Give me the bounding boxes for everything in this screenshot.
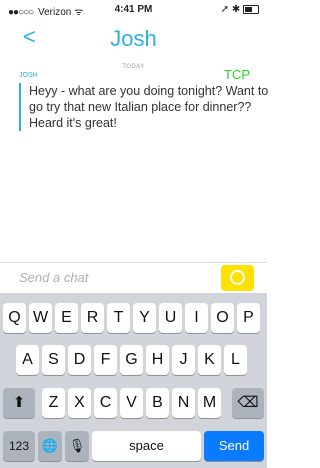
key-b[interactable]: B (146, 388, 169, 418)
key-c[interactable]: C (94, 388, 117, 418)
keyboard: Q W E R T Y U I O P A S D F G H J K L ⬆ … (0, 293, 267, 468)
key-d[interactable]: D (68, 345, 91, 375)
phone-screen: ●●○○○ Verizon ᯤ 4:41 PM ➚ ✱ < Josh TODAY… (0, 0, 269, 468)
key-u[interactable]: U (159, 303, 182, 333)
key-n[interactable]: N (172, 388, 195, 418)
key-e[interactable]: E (55, 303, 78, 333)
key-r[interactable]: R (81, 303, 104, 333)
key-w[interactable]: W (29, 303, 52, 333)
key-o[interactable]: O (211, 303, 234, 333)
chat-area: TODAY TCP JOSH Heyy - what are you doing… (0, 58, 269, 258)
key-m[interactable]: M (198, 388, 221, 418)
key-z[interactable]: Z (42, 388, 65, 418)
numbers-key[interactable]: 123 (3, 431, 35, 461)
key-i[interactable]: I (185, 303, 208, 333)
key-v[interactable]: V (120, 388, 143, 418)
corner-label: TCP (224, 67, 250, 82)
mic-key[interactable]: 🎙 (65, 431, 89, 461)
camera-button[interactable] (221, 265, 254, 291)
key-h[interactable]: H (146, 345, 169, 375)
key-s[interactable]: S (42, 345, 65, 375)
globe-key[interactable]: 🌐 (38, 431, 62, 461)
bluetooth-icon: ✱ (231, 4, 241, 15)
space-key[interactable]: space (92, 431, 201, 461)
key-j[interactable]: J (172, 345, 195, 375)
sender-name: JOSH (19, 72, 38, 79)
key-p[interactable]: P (237, 303, 260, 333)
key-g[interactable]: G (120, 345, 143, 375)
capture-circle-icon (230, 270, 245, 285)
status-right: ➚ ✱ (221, 4, 259, 15)
key-t[interactable]: T (107, 303, 130, 333)
conversation-title: Josh (110, 26, 157, 51)
status-bar: ●●○○○ Verizon ᯤ 4:41 PM ➚ ✱ (0, 0, 267, 20)
shift-key[interactable]: ⬆ (3, 388, 35, 418)
key-y[interactable]: Y (133, 303, 156, 333)
key-a[interactable]: A (16, 345, 39, 375)
message-text: Heyy - what are you doing tonight? Want … (19, 83, 269, 131)
delete-key[interactable]: ⌫ (232, 388, 264, 418)
key-q[interactable]: Q (3, 303, 26, 333)
key-l[interactable]: L (224, 345, 247, 375)
key-k[interactable]: K (198, 345, 221, 375)
nav-bar: < Josh (0, 20, 267, 58)
chat-input[interactable]: Send a chat (19, 270, 88, 285)
send-button[interactable]: Send (204, 431, 264, 461)
location-icon: ➚ (220, 4, 230, 15)
battery-icon (243, 4, 259, 14)
compose-bar: Send a chat (0, 262, 267, 291)
key-x[interactable]: X (68, 388, 91, 418)
key-f[interactable]: F (94, 345, 117, 375)
